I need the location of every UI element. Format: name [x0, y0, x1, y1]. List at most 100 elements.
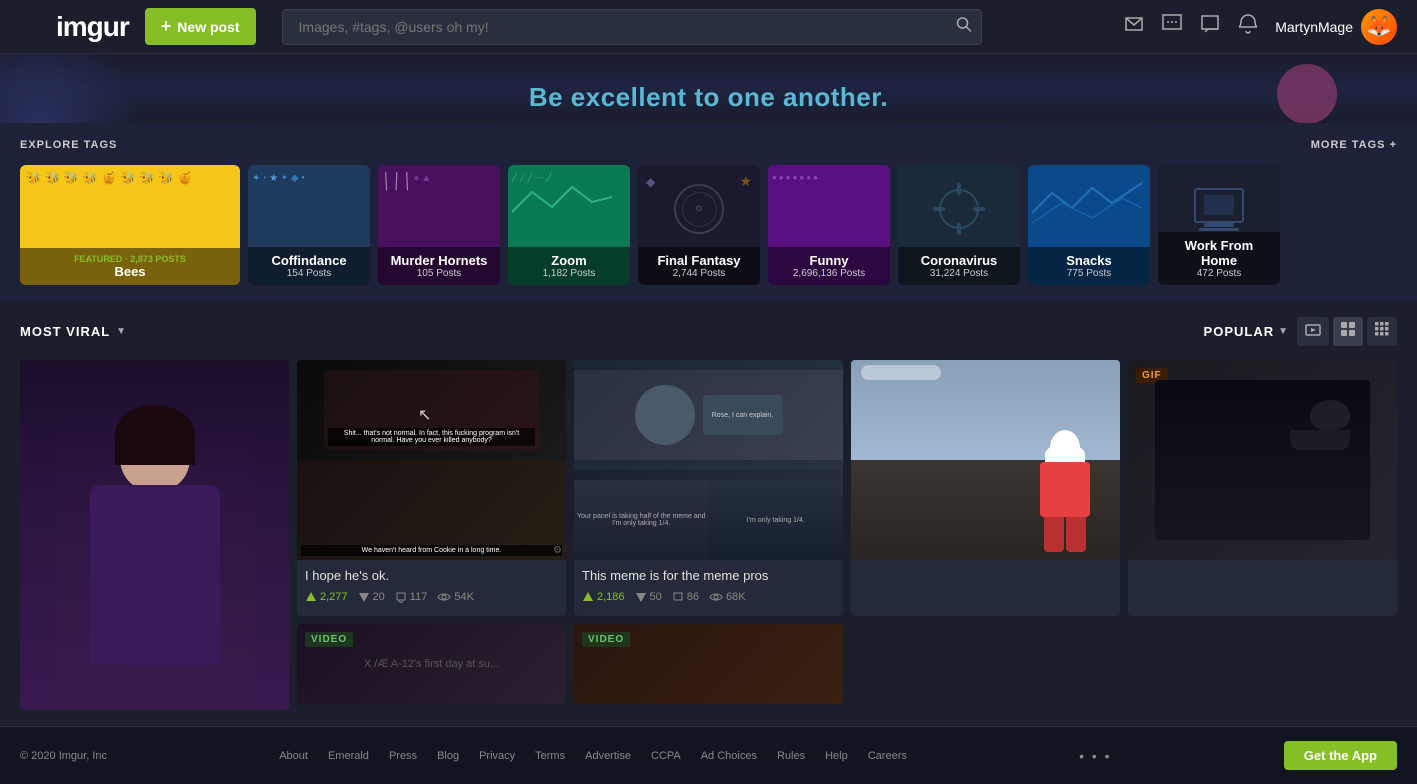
new-post-button[interactable]: + New post: [145, 8, 256, 45]
footer-link-ccpa[interactable]: CCPA: [651, 750, 681, 762]
search-button[interactable]: [956, 16, 972, 37]
popular-dropdown[interactable]: POPULAR ▼: [1204, 324, 1289, 339]
tag-murder-hornets-label: Murder Hornets 105 Posts: [378, 247, 500, 285]
tag-coffindance-posts: 154 Posts: [256, 268, 362, 279]
footer-link-advertise[interactable]: Advertise: [585, 750, 631, 762]
post-2-stats: 2,277 20 117 54K: [305, 591, 558, 603]
tag-bees-featured: FEATURED · 2,873 Posts: [28, 254, 232, 264]
content-header: MOST VIRAL ▼ POPULAR ▼: [20, 317, 1397, 346]
view-slideshow-button[interactable]: [1297, 317, 1329, 346]
avatar: 🦊: [1361, 9, 1397, 45]
popular-controls: POPULAR ▼: [1204, 317, 1397, 346]
tag-zoom-posts: 1,182 Posts: [516, 268, 622, 279]
tag-final-fantasy-posts: 2,744 Posts: [646, 268, 752, 279]
view-toggle: [1297, 317, 1397, 346]
tag-snacks-name: Snacks: [1036, 253, 1142, 268]
new-post-label: New post: [177, 19, 239, 35]
tags-header: EXPLORE TAGS MORE TAGS +: [20, 139, 1397, 151]
tags-section: EXPLORE TAGS MORE TAGS + 🐝🐝🐝🐝 🍯🐝🐝 🐝🍯 FEA…: [0, 123, 1417, 301]
downvote-icon: [358, 591, 370, 603]
tag-coronavirus-label: Coronavirus 31,224 Posts: [898, 247, 1020, 285]
footer-more-dots[interactable]: • • •: [1079, 748, 1111, 764]
tag-snacks-label: Snacks 775 Posts: [1028, 247, 1150, 285]
footer-links: About Emerald Press Blog Privacy Terms A…: [279, 750, 907, 762]
footer-link-rules[interactable]: Rules: [777, 750, 805, 762]
tag-zoom-name: Zoom: [516, 253, 622, 268]
view-grid-small-button[interactable]: [1367, 317, 1397, 346]
post-card-7[interactable]: VIDEO: [574, 624, 843, 704]
post-3-downs: 50: [635, 591, 662, 603]
post-card-4[interactable]: VIDEO: [851, 360, 1120, 616]
tag-card-funny[interactable]: ● ● ● ● ● ● ● Funny 2,696,136 Posts: [768, 165, 890, 285]
footer-link-privacy[interactable]: Privacy: [479, 750, 515, 762]
logo-text: imgur: [56, 11, 129, 43]
view-grid-large-button[interactable]: [1333, 317, 1363, 346]
footer-link-terms[interactable]: Terms: [535, 750, 565, 762]
tag-card-final-fantasy[interactable]: ⚬ ★ ◆ Final Fantasy 2,744 Posts: [638, 165, 760, 285]
footer-link-press[interactable]: Press: [389, 750, 417, 762]
popular-dropdown-arrow: ▼: [1278, 326, 1289, 337]
most-viral-label: MOST VIRAL: [20, 324, 110, 339]
tags-grid: 🐝🐝🐝🐝 🍯🐝🐝 🐝🍯 FEATURED · 2,873 Posts Bees …: [20, 165, 1397, 285]
messages-icon[interactable]: [1161, 13, 1183, 41]
user-info[interactable]: MartynMage 🦊: [1275, 9, 1397, 45]
tag-work-from-home-name: Work From Home: [1166, 238, 1272, 268]
hero-section: Be excellent to one another.: [0, 54, 1417, 123]
tag-card-coronavirus[interactable]: Coronavirus 31,224 Posts: [898, 165, 1020, 285]
tag-card-bees[interactable]: 🐝🐝🐝🐝 🍯🐝🐝 🐝🍯 FEATURED · 2,873 Posts Bees: [20, 165, 240, 285]
popular-label-text: POPULAR: [1204, 324, 1275, 339]
tag-coffindance-name: Coffindance: [256, 253, 362, 268]
post-card-3[interactable]: Rose, I can explain. Your panel is takin…: [574, 360, 843, 616]
hero-title: Be excellent to one another.: [20, 82, 1397, 113]
post-card-2[interactable]: VIDEO Shit... that's not normal. In fact…: [297, 360, 566, 616]
footer-link-about[interactable]: About: [279, 750, 308, 762]
search-icon: [956, 16, 972, 32]
post-2-ups: 2,277: [305, 591, 348, 603]
tag-bees-label: FEATURED · 2,873 Posts Bees: [20, 248, 240, 285]
post-5-empty-info: [1128, 560, 1397, 608]
tag-card-snacks[interactable]: Snacks 775 Posts: [1028, 165, 1150, 285]
post-card-5[interactable]: GIF: [1128, 360, 1397, 616]
comment-icon: [395, 591, 407, 603]
tag-funny-name: Funny: [776, 253, 882, 268]
tag-coffindance-label: Coffindance 154 Posts: [248, 247, 370, 285]
tag-card-coffindance[interactable]: ✦• ★✦ ◆• Coffindance 154 Posts: [248, 165, 370, 285]
get-app-button[interactable]: Get the App: [1284, 741, 1397, 770]
search-bar: [282, 9, 982, 45]
posts-grid: VIDEO Shit... that's not normal. In fact…: [20, 360, 1397, 710]
footer-link-help[interactable]: Help: [825, 750, 848, 762]
post-7-badge: VIDEO: [582, 632, 630, 647]
tag-zoom-label: Zoom 1,182 Posts: [508, 247, 630, 285]
footer-link-ad-choices[interactable]: Ad Choices: [701, 750, 757, 762]
logo[interactable]: imgur: [20, 11, 129, 43]
search-input[interactable]: [282, 9, 982, 45]
post-3-info: This meme is for the meme pros 2,186 50 …: [574, 560, 843, 611]
tag-card-murder-hornets[interactable]: ╱ ╲ ╱ ● ▲ Murder Hornets 105 Posts: [378, 165, 500, 285]
explore-tags-title: EXPLORE TAGS: [20, 139, 117, 151]
tag-card-zoom[interactable]: ╱ ╱ ╱ — ╱ Zoom 1,182 Posts: [508, 165, 630, 285]
tag-final-fantasy-label: Final Fantasy 2,744 Posts: [638, 247, 760, 285]
more-tags-link[interactable]: MORE TAGS +: [1311, 139, 1397, 151]
tag-card-work-from-home[interactable]: Work From Home 472 Posts: [1158, 165, 1280, 285]
post-2-info: I hope he's ok. 2,277 20 117: [297, 560, 566, 611]
footer-link-emerald[interactable]: Emerald: [328, 750, 369, 762]
notifications-icon[interactable]: [1237, 13, 1259, 41]
most-viral-dropdown[interactable]: MOST VIRAL ▼: [20, 324, 127, 339]
tag-funny-posts: 2,696,136 Posts: [776, 268, 882, 279]
footer-link-blog[interactable]: Blog: [437, 750, 459, 762]
post-card-6[interactable]: VIDEO X /Æ A-12's first day at su...: [297, 624, 566, 704]
tag-murder-hornets-posts: 105 Posts: [386, 268, 492, 279]
views-icon: [437, 592, 451, 602]
tag-final-fantasy-name: Final Fantasy: [646, 253, 752, 268]
post-2-views: 54K: [437, 591, 474, 603]
post-3-title: This meme is for the meme pros: [582, 568, 835, 585]
tag-work-from-home-label: Work From Home 472 Posts: [1158, 232, 1280, 285]
chat-icon[interactable]: [1199, 13, 1221, 41]
post-6-badge: VIDEO: [305, 632, 353, 647]
post-card-1[interactable]: [20, 360, 289, 710]
post-2-comments: 117: [395, 591, 428, 603]
grid-large-icon: [1341, 322, 1355, 336]
header-right: MartynMage 🦊: [1123, 9, 1397, 45]
footer-link-careers[interactable]: Careers: [868, 750, 907, 762]
inbox-icon[interactable]: [1123, 13, 1145, 41]
